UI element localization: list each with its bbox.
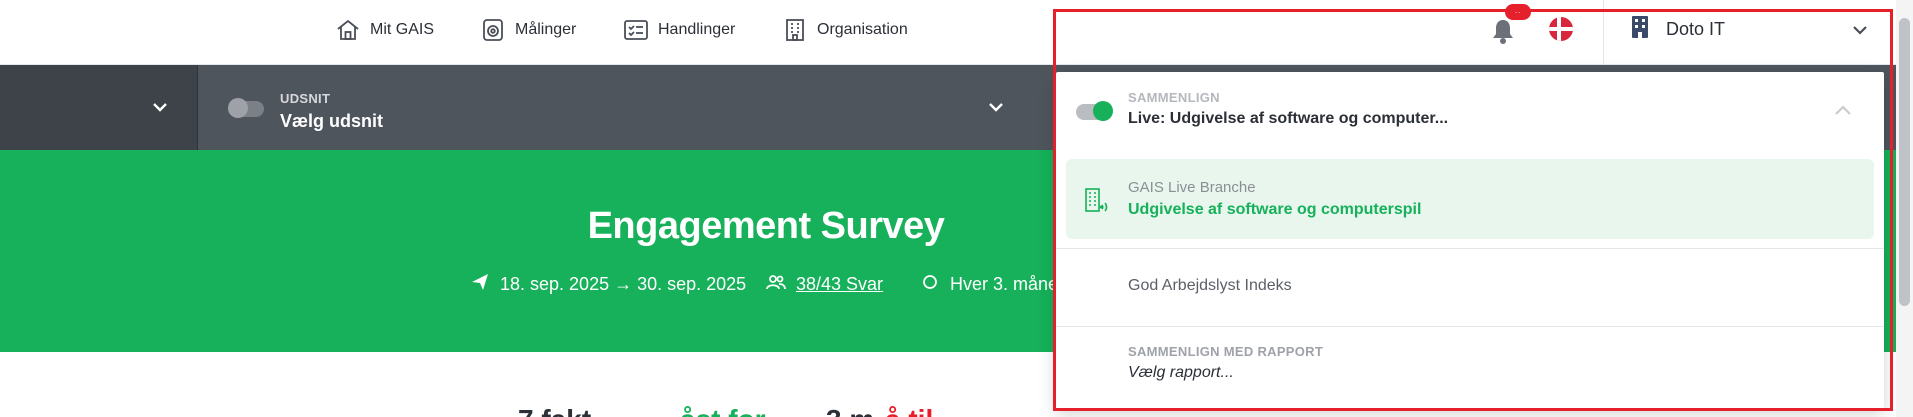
survey-frequency: Hver 3. måne	[920, 272, 1058, 296]
home-icon	[335, 17, 361, 43]
nav-malinger-label: Målinger	[515, 21, 577, 38]
summary-text-left: 7 fakt	[518, 404, 591, 417]
chevron-down-icon	[148, 95, 172, 119]
nav-mit-gais-label: Mit GAIS	[370, 21, 435, 38]
udsnit-label: UDSNIT	[280, 91, 331, 106]
udsnit-toggle[interactable]	[228, 98, 264, 118]
survey-icon	[480, 17, 506, 43]
survey-responses[interactable]: 38/43 Svar	[766, 272, 883, 296]
page: Mit GAIS Målinger Handlinger Organisatio…	[0, 0, 1913, 417]
scrollbar-thumb[interactable]	[1899, 18, 1910, 306]
highlight-frame	[1053, 9, 1893, 411]
survey-dates-text: 18. sep. 2025 → 30. sep. 2025	[500, 273, 747, 294]
building-icon	[782, 17, 808, 43]
nav-malinger[interactable]: Målinger	[480, 16, 576, 44]
summary-text-green: åst for	[680, 404, 766, 417]
nav-organisation[interactable]: Organisation	[782, 16, 908, 44]
chevron-down-icon	[984, 95, 1008, 119]
survey-selector[interactable]	[0, 65, 198, 150]
survey-dates: 18. sep. 2025 → 30. sep. 2025	[470, 272, 746, 296]
summary-text-mid: 3 m	[826, 404, 874, 417]
survey-frequency-text: Hver 3. måne	[950, 273, 1059, 294]
summary-text-red: å til	[885, 404, 933, 417]
people-icon	[766, 272, 786, 297]
udsnit-value: Vælg udsnit	[280, 111, 383, 131]
survey-responses-link[interactable]: 38/43 Svar	[796, 274, 883, 295]
nav-handlinger[interactable]: Handlinger	[623, 16, 735, 44]
nav-handlinger-label: Handlinger	[658, 21, 736, 38]
nav-mit-gais[interactable]: Mit GAIS	[335, 16, 434, 44]
checklist-icon	[623, 17, 649, 43]
send-icon	[470, 272, 490, 297]
nav-organisation-label: Organisation	[817, 21, 908, 38]
repeat-icon	[920, 272, 940, 297]
udsnit-selector[interactable]: UDSNIT Vælg udsnit	[198, 65, 1050, 150]
